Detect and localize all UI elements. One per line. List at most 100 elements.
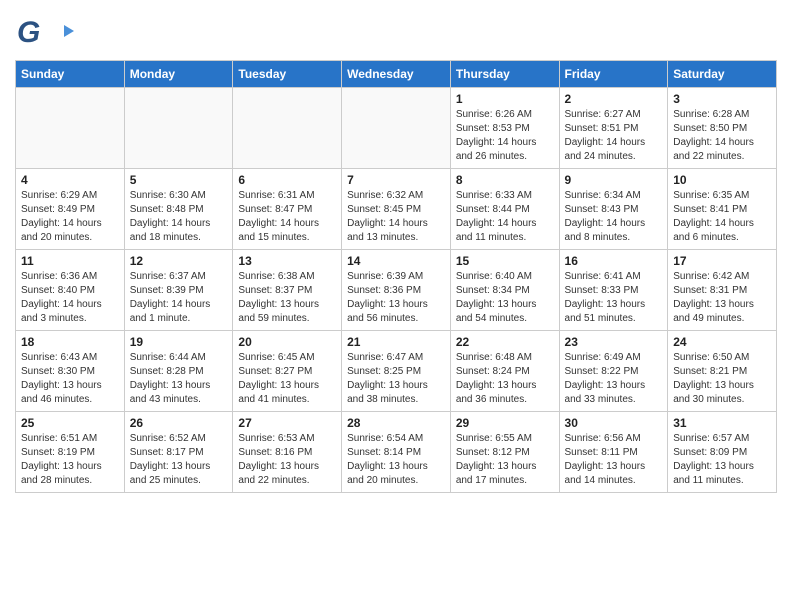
calendar-cell: 14Sunrise: 6:39 AM Sunset: 8:36 PM Dayli… — [342, 250, 451, 331]
logo-icon: G — [15, 10, 57, 52]
day-info: Sunrise: 6:40 AM Sunset: 8:34 PM Dayligh… — [456, 270, 554, 326]
day-info: Sunrise: 6:42 AM Sunset: 8:31 PM Dayligh… — [673, 270, 771, 326]
calendar-cell: 4 Sunrise: 6:29 AM Sunset: 8:49 PM Daylig… — [16, 169, 125, 250]
day-info: Sunrise: 6:29 AM Sunset: 8:49 PM Dayligh… — [21, 189, 119, 245]
calendar-cell: 8 Sunrise: 6:33 AM Sunset: 8:44 PM Daylig… — [450, 169, 559, 250]
day-number: 24 — [673, 335, 771, 349]
day-number: 11 — [21, 254, 119, 268]
day-number: 20 — [238, 335, 336, 349]
day-info: Sunrise: 6:50 AM Sunset: 8:21 PM Dayligh… — [673, 351, 771, 407]
calendar-cell: 19 Sunrise: 6:44 AM Sunset: 8:28 PM Dayli… — [124, 331, 233, 412]
day-number: 22 — [456, 335, 554, 349]
calendar-header-sunday: Sunday — [16, 61, 125, 88]
day-number: 12 — [130, 254, 228, 268]
day-info: Sunrise: 6:33 AM Sunset: 8:44 PM Dayligh… — [456, 189, 554, 245]
day-number: 25 — [21, 416, 119, 430]
calendar-cell: 24 Sunrise: 6:50 AM Sunset: 8:21 PM Dayli… — [668, 331, 777, 412]
day-info: Sunrise: 6:38 AM Sunset: 8:37 PM Dayligh… — [238, 270, 336, 326]
calendar-week-1: 1Sunrise: 6:26 AM Sunset: 8:53 PM Daylig… — [16, 88, 777, 169]
calendar-header-row: SundayMondayTuesdayWednesdayThursdayFrid… — [16, 61, 777, 88]
day-info: Sunrise: 6:35 AM Sunset: 8:41 PM Dayligh… — [673, 189, 771, 245]
calendar-cell: 9Sunrise: 6:34 AM Sunset: 8:43 PM Daylig… — [559, 169, 668, 250]
calendar-header-thursday: Thursday — [450, 61, 559, 88]
calendar-header-wednesday: Wednesday — [342, 61, 451, 88]
calendar-cell: 7 Sunrise: 6:32 AM Sunset: 8:45 PM Daylig… — [342, 169, 451, 250]
day-info: Sunrise: 6:43 AM Sunset: 8:30 PM Dayligh… — [21, 351, 119, 407]
day-number: 4 — [21, 173, 119, 187]
calendar-cell — [342, 88, 451, 169]
day-info: Sunrise: 6:52 AM Sunset: 8:17 PM Dayligh… — [130, 432, 228, 488]
calendar-cell: 27Sunrise: 6:53 AM Sunset: 8:16 PM Dayli… — [233, 412, 342, 493]
day-number: 9 — [565, 173, 663, 187]
calendar-cell: 28Sunrise: 6:54 AM Sunset: 8:14 PM Dayli… — [342, 412, 451, 493]
logo-arrow-icon — [64, 25, 74, 37]
calendar-week-2: 4 Sunrise: 6:29 AM Sunset: 8:49 PM Daylig… — [16, 169, 777, 250]
logo-words — [61, 25, 74, 37]
calendar-week-4: 18 Sunrise: 6:43 AM Sunset: 8:30 PM Dayli… — [16, 331, 777, 412]
day-number: 2 — [565, 92, 663, 106]
calendar-cell: 12 Sunrise: 6:37 AM Sunset: 8:39 PM Dayli… — [124, 250, 233, 331]
calendar-cell: 15 Sunrise: 6:40 AM Sunset: 8:34 PM Dayli… — [450, 250, 559, 331]
day-info: Sunrise: 6:27 AM Sunset: 8:51 PM Dayligh… — [565, 108, 663, 164]
day-info: Sunrise: 6:55 AM Sunset: 8:12 PM Dayligh… — [456, 432, 554, 488]
calendar-cell: 22 Sunrise: 6:48 AM Sunset: 8:24 PM Dayli… — [450, 331, 559, 412]
calendar-cell: 29Sunrise: 6:55 AM Sunset: 8:12 PM Dayli… — [450, 412, 559, 493]
day-info: Sunrise: 6:37 AM Sunset: 8:39 PM Dayligh… — [130, 270, 228, 326]
logo: G — [15, 10, 74, 52]
day-number: 18 — [21, 335, 119, 349]
day-number: 28 — [347, 416, 445, 430]
day-number: 19 — [130, 335, 228, 349]
calendar-cell: 10 Sunrise: 6:35 AM Sunset: 8:41 PM Dayli… — [668, 169, 777, 250]
calendar-header-friday: Friday — [559, 61, 668, 88]
calendar-cell — [124, 88, 233, 169]
calendar-cell: 23Sunrise: 6:49 AM Sunset: 8:22 PM Dayli… — [559, 331, 668, 412]
day-info: Sunrise: 6:41 AM Sunset: 8:33 PM Dayligh… — [565, 270, 663, 326]
day-number: 16 — [565, 254, 663, 268]
day-number: 15 — [456, 254, 554, 268]
day-number: 31 — [673, 416, 771, 430]
calendar-cell: 17 Sunrise: 6:42 AM Sunset: 8:31 PM Dayli… — [668, 250, 777, 331]
day-info: Sunrise: 6:36 AM Sunset: 8:40 PM Dayligh… — [21, 270, 119, 326]
day-number: 6 — [238, 173, 336, 187]
day-info: Sunrise: 6:56 AM Sunset: 8:11 PM Dayligh… — [565, 432, 663, 488]
calendar-cell — [233, 88, 342, 169]
calendar-cell: 1Sunrise: 6:26 AM Sunset: 8:53 PM Daylig… — [450, 88, 559, 169]
calendar-cell: 21 Sunrise: 6:47 AM Sunset: 8:25 PM Dayli… — [342, 331, 451, 412]
day-number: 30 — [565, 416, 663, 430]
calendar-cell: 3Sunrise: 6:28 AM Sunset: 8:50 PM Daylig… — [668, 88, 777, 169]
day-number: 26 — [130, 416, 228, 430]
svg-text:G: G — [17, 16, 40, 49]
day-number: 7 — [347, 173, 445, 187]
day-info: Sunrise: 6:45 AM Sunset: 8:27 PM Dayligh… — [238, 351, 336, 407]
day-info: Sunrise: 6:48 AM Sunset: 8:24 PM Dayligh… — [456, 351, 554, 407]
day-info: Sunrise: 6:44 AM Sunset: 8:28 PM Dayligh… — [130, 351, 228, 407]
calendar-table: SundayMondayTuesdayWednesdayThursdayFrid… — [15, 60, 777, 493]
calendar-header-monday: Monday — [124, 61, 233, 88]
calendar-cell: 11 Sunrise: 6:36 AM Sunset: 8:40 PM Dayli… — [16, 250, 125, 331]
day-number: 17 — [673, 254, 771, 268]
calendar-cell: 26 Sunrise: 6:52 AM Sunset: 8:17 PM Dayli… — [124, 412, 233, 493]
day-number: 14 — [347, 254, 445, 268]
calendar-cell: 20 Sunrise: 6:45 AM Sunset: 8:27 PM Dayli… — [233, 331, 342, 412]
day-info: Sunrise: 6:31 AM Sunset: 8:47 PM Dayligh… — [238, 189, 336, 245]
day-info: Sunrise: 6:51 AM Sunset: 8:19 PM Dayligh… — [21, 432, 119, 488]
day-number: 10 — [673, 173, 771, 187]
calendar-cell: 6 Sunrise: 6:31 AM Sunset: 8:47 PM Daylig… — [233, 169, 342, 250]
calendar-week-5: 25 Sunrise: 6:51 AM Sunset: 8:19 PM Dayli… — [16, 412, 777, 493]
day-info: Sunrise: 6:57 AM Sunset: 8:09 PM Dayligh… — [673, 432, 771, 488]
day-info: Sunrise: 6:30 AM Sunset: 8:48 PM Dayligh… — [130, 189, 228, 245]
day-number: 8 — [456, 173, 554, 187]
calendar-header-tuesday: Tuesday — [233, 61, 342, 88]
calendar-cell: 30 Sunrise: 6:56 AM Sunset: 8:11 PM Dayli… — [559, 412, 668, 493]
day-number: 3 — [673, 92, 771, 106]
day-info: Sunrise: 6:49 AM Sunset: 8:22 PM Dayligh… — [565, 351, 663, 407]
day-number: 5 — [130, 173, 228, 187]
day-info: Sunrise: 6:47 AM Sunset: 8:25 PM Dayligh… — [347, 351, 445, 407]
day-info: Sunrise: 6:53 AM Sunset: 8:16 PM Dayligh… — [238, 432, 336, 488]
logo-blue-text — [61, 25, 74, 37]
day-info: Sunrise: 6:32 AM Sunset: 8:45 PM Dayligh… — [347, 189, 445, 245]
day-number: 21 — [347, 335, 445, 349]
calendar-cell: 13Sunrise: 6:38 AM Sunset: 8:37 PM Dayli… — [233, 250, 342, 331]
page-header: G — [15, 10, 777, 52]
day-number: 1 — [456, 92, 554, 106]
